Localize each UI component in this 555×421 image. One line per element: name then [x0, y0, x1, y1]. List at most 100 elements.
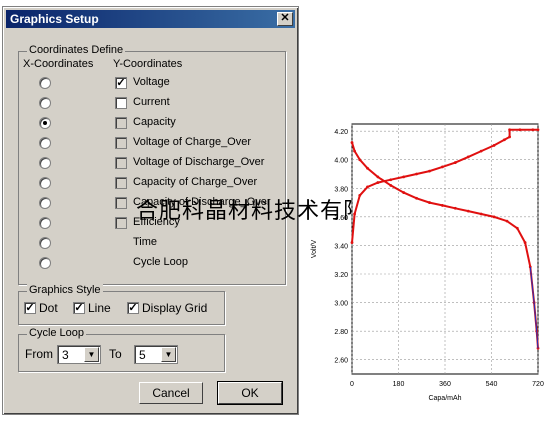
y-tick-label: 3.40 — [334, 243, 348, 250]
y-coordinate-checkbox[interactable]: ✓ — [115, 77, 127, 89]
coordinate-label: Cycle Loop — [133, 256, 189, 268]
discharge-data-point — [415, 196, 418, 200]
y-axis-label: Volt/V — [311, 240, 318, 259]
discharge-data-point — [389, 184, 393, 187]
x-coordinate-radio[interactable] — [39, 97, 51, 109]
discharge-data-point — [350, 141, 354, 144]
charge-data-point — [508, 135, 511, 139]
discharge-data-point — [492, 215, 496, 219]
charge-data-point — [428, 169, 431, 173]
discharge-data-point — [466, 209, 470, 213]
close-button[interactable]: ✕ — [277, 12, 293, 26]
charge-data-point — [389, 178, 393, 182]
y-tick-label: 4.00 — [334, 158, 348, 165]
discharge-data-point — [453, 206, 457, 210]
x-tick-label: 540 — [486, 381, 498, 388]
y-coordinate-checkbox[interactable] — [115, 157, 127, 169]
y-coordinate-checkbox[interactable] — [115, 97, 127, 109]
voltage-capacity-chart: 2.60 2.80 3.00 3.20 3.40 3.60 3.80 4.00 4.20 0 180… — [311, 123, 544, 402]
to-value: 5 — [139, 348, 146, 362]
x-axis-label: Capa/mAh — [428, 395, 461, 402]
cancel-button[interactable]: Cancel — [139, 382, 203, 404]
dialog-title: Graphics Setup — [10, 12, 99, 26]
discharge-data-point — [353, 149, 356, 153]
display-grid-checkbox[interactable]: ✓ — [127, 302, 139, 314]
coordinate-label: Voltage of Charge_Over — [133, 136, 252, 148]
x-coordinate-radio[interactable] — [39, 237, 51, 249]
discharge-data-point — [479, 212, 483, 216]
charge-data-point — [503, 138, 506, 142]
coordinate-label: Capacity — [133, 116, 176, 128]
coordinate-label: Current — [133, 96, 170, 108]
charge-data-point — [366, 185, 369, 189]
x-coordinate-radio[interactable] — [39, 117, 51, 129]
coordinate-label: Voltage of Discharge_Over — [133, 156, 265, 168]
charge-data-point — [415, 172, 418, 176]
dot-checkbox[interactable]: ✓ — [24, 302, 36, 314]
ok-button[interactable]: OK — [217, 381, 283, 405]
x-coordinate-radio[interactable] — [39, 137, 51, 149]
y-coordinate-checkbox[interactable] — [115, 177, 127, 189]
x-tick-label: 180 — [393, 381, 405, 388]
y-tick-label: 3.80 — [334, 186, 348, 193]
x-coordinate-radio[interactable] — [39, 177, 51, 189]
y-tick-label: 3.00 — [334, 301, 348, 308]
cycle-loop-group: Cycle Loop From 3 ▼ To 5 ▼ — [18, 327, 225, 372]
coordinates-define-label: Coordinates Define — [27, 44, 126, 56]
dot-label: Dot — [39, 301, 58, 315]
charge-data-point — [441, 165, 444, 169]
charge-data-point — [492, 144, 496, 147]
to-label: To — [109, 347, 122, 361]
discharge-data-point — [402, 191, 406, 194]
x-coordinate-radio[interactable] — [39, 217, 51, 229]
line-checkbox[interactable]: ✓ — [73, 302, 85, 314]
charge-data-point — [508, 128, 511, 132]
charge-data-point — [479, 149, 483, 153]
charge-data-point — [531, 128, 535, 132]
line-label: Line — [88, 301, 111, 315]
x-tick-label: 720 — [532, 381, 544, 388]
x-coordinates-header: X-Coordinates — [23, 58, 94, 70]
charge-data-point — [536, 128, 540, 132]
graphics-style-label: Graphics Style — [27, 284, 103, 296]
y-coordinate-checkbox[interactable] — [115, 217, 127, 229]
charge-data-point — [466, 155, 470, 159]
x-coordinate-radio[interactable] — [39, 197, 51, 209]
to-dropdown[interactable]: 5 ▼ — [134, 345, 178, 364]
graphics-style-group: Graphics Style ✓ Dot ✓ Line ✓ Display Gr… — [18, 284, 225, 325]
y-tick-label: 2.60 — [334, 358, 348, 365]
y-coordinate-checkbox[interactable] — [115, 197, 127, 209]
charge-data-point — [353, 212, 356, 216]
x-coordinate-radio[interactable] — [39, 157, 51, 169]
y-tick-label: 3.60 — [334, 215, 348, 222]
y-coordinate-checkbox[interactable] — [115, 117, 127, 129]
x-tick-label: 360 — [439, 381, 451, 388]
display-grid-label: Display Grid — [142, 301, 208, 315]
coordinate-label: Capacity of Charge_Over — [133, 176, 258, 188]
y-tick-label: 2.80 — [334, 329, 348, 336]
discharge-data-point — [505, 219, 509, 223]
y-tick-label: 4.20 — [334, 129, 348, 136]
coordinates-define-group: Coordinates Define X-Coordinates Y-Coord… — [18, 44, 286, 285]
y-coordinates-header: Y-Coordinates — [113, 58, 183, 70]
discharge-data-point — [366, 166, 369, 170]
y-tick-label: 3.20 — [334, 272, 348, 279]
charge-data-point — [350, 241, 354, 244]
y-coordinate-checkbox[interactable] — [115, 137, 127, 149]
coordinate-label: Voltage — [133, 76, 170, 88]
charge-data-point — [376, 181, 380, 184]
discharge-data-point — [358, 158, 362, 162]
chevron-down-icon[interactable]: ▼ — [84, 347, 99, 362]
x-coordinate-radio[interactable] — [39, 257, 51, 269]
chevron-down-icon[interactable]: ▼ — [161, 347, 176, 362]
discharge-data-point — [515, 226, 519, 230]
cycle-loop-group-label: Cycle Loop — [27, 327, 87, 339]
from-dropdown[interactable]: 3 ▼ — [57, 345, 101, 364]
x-tick-label: 0 — [350, 381, 354, 388]
discharge-data-point — [376, 175, 380, 179]
discharge-data-point — [523, 241, 527, 244]
title-bar[interactable]: Graphics Setup ✕ — [6, 10, 295, 28]
discharge-data-point — [428, 201, 431, 204]
discharge-data-point — [441, 204, 444, 207]
x-coordinate-radio[interactable] — [39, 77, 51, 89]
